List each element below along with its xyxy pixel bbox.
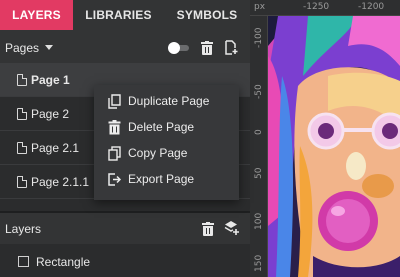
export-icon xyxy=(108,172,121,186)
page-file-icon xyxy=(17,141,27,154)
delete-page-trash-icon[interactable] xyxy=(201,41,213,55)
page-file-icon xyxy=(17,107,27,120)
menu-item-copy-page[interactable]: Copy Page xyxy=(94,140,239,166)
pages-toggle[interactable] xyxy=(168,42,190,54)
menu-item-delete-page[interactable]: Delete Page xyxy=(94,114,239,140)
ruler-label: 150 xyxy=(254,254,264,272)
rectangle-icon xyxy=(18,256,29,267)
menu-item-label: Export Page xyxy=(128,172,195,186)
delete-layer-trash-icon[interactable] xyxy=(202,222,214,236)
ruler-label: -50 xyxy=(254,84,264,99)
menu-item-label: Delete Page xyxy=(128,120,195,134)
menu-item-duplicate-page[interactable]: Duplicate Page xyxy=(94,88,239,114)
menu-item-label: Copy Page xyxy=(128,146,188,160)
page-file-icon xyxy=(17,73,27,86)
menu-item-label: Duplicate Page xyxy=(128,94,210,108)
duplicate-icon xyxy=(108,93,121,109)
layer-item-rectangle[interactable]: Rectangle xyxy=(0,246,250,277)
add-layer-icon[interactable] xyxy=(224,220,240,236)
tab-symbols[interactable]: SYMBOLS xyxy=(164,0,250,30)
pages-title: Pages xyxy=(5,41,40,55)
page-file-icon xyxy=(17,175,27,188)
add-page-icon[interactable] xyxy=(225,40,239,55)
tab-libraries[interactable]: LIBRARIES xyxy=(73,0,164,30)
page-label: Page 1 xyxy=(31,72,70,87)
page-label: Page 2.1 xyxy=(31,140,80,155)
chevron-down-icon[interactable] xyxy=(45,45,53,50)
copy-icon xyxy=(108,145,121,161)
page-label: Page 2.1.1 xyxy=(31,174,90,189)
layer-label: Rectangle xyxy=(36,254,91,269)
ruler-label: -1250 xyxy=(303,2,330,12)
artwork-image[interactable] xyxy=(268,16,400,277)
ruler-label: -1200 xyxy=(358,2,385,12)
ruler-unit: px xyxy=(254,2,266,12)
ruler-label: 0 xyxy=(254,129,264,135)
panel-tabs: LAYERS LIBRARIES SYMBOLS xyxy=(0,0,250,30)
vertical-ruler xyxy=(250,16,268,277)
page-context-menu: Duplicate Page Delete Page Copy Page Exp… xyxy=(94,85,239,200)
trash-icon xyxy=(108,119,121,134)
ruler-label: 50 xyxy=(254,167,264,179)
ruler-label: 100 xyxy=(254,212,264,230)
page-label: Page 2 xyxy=(31,106,70,121)
ruler-label: -100 xyxy=(254,27,264,48)
menu-item-export-page[interactable]: Export Page xyxy=(94,166,239,192)
layers-title: Layers xyxy=(5,222,42,236)
tab-layers[interactable]: LAYERS xyxy=(0,0,73,30)
